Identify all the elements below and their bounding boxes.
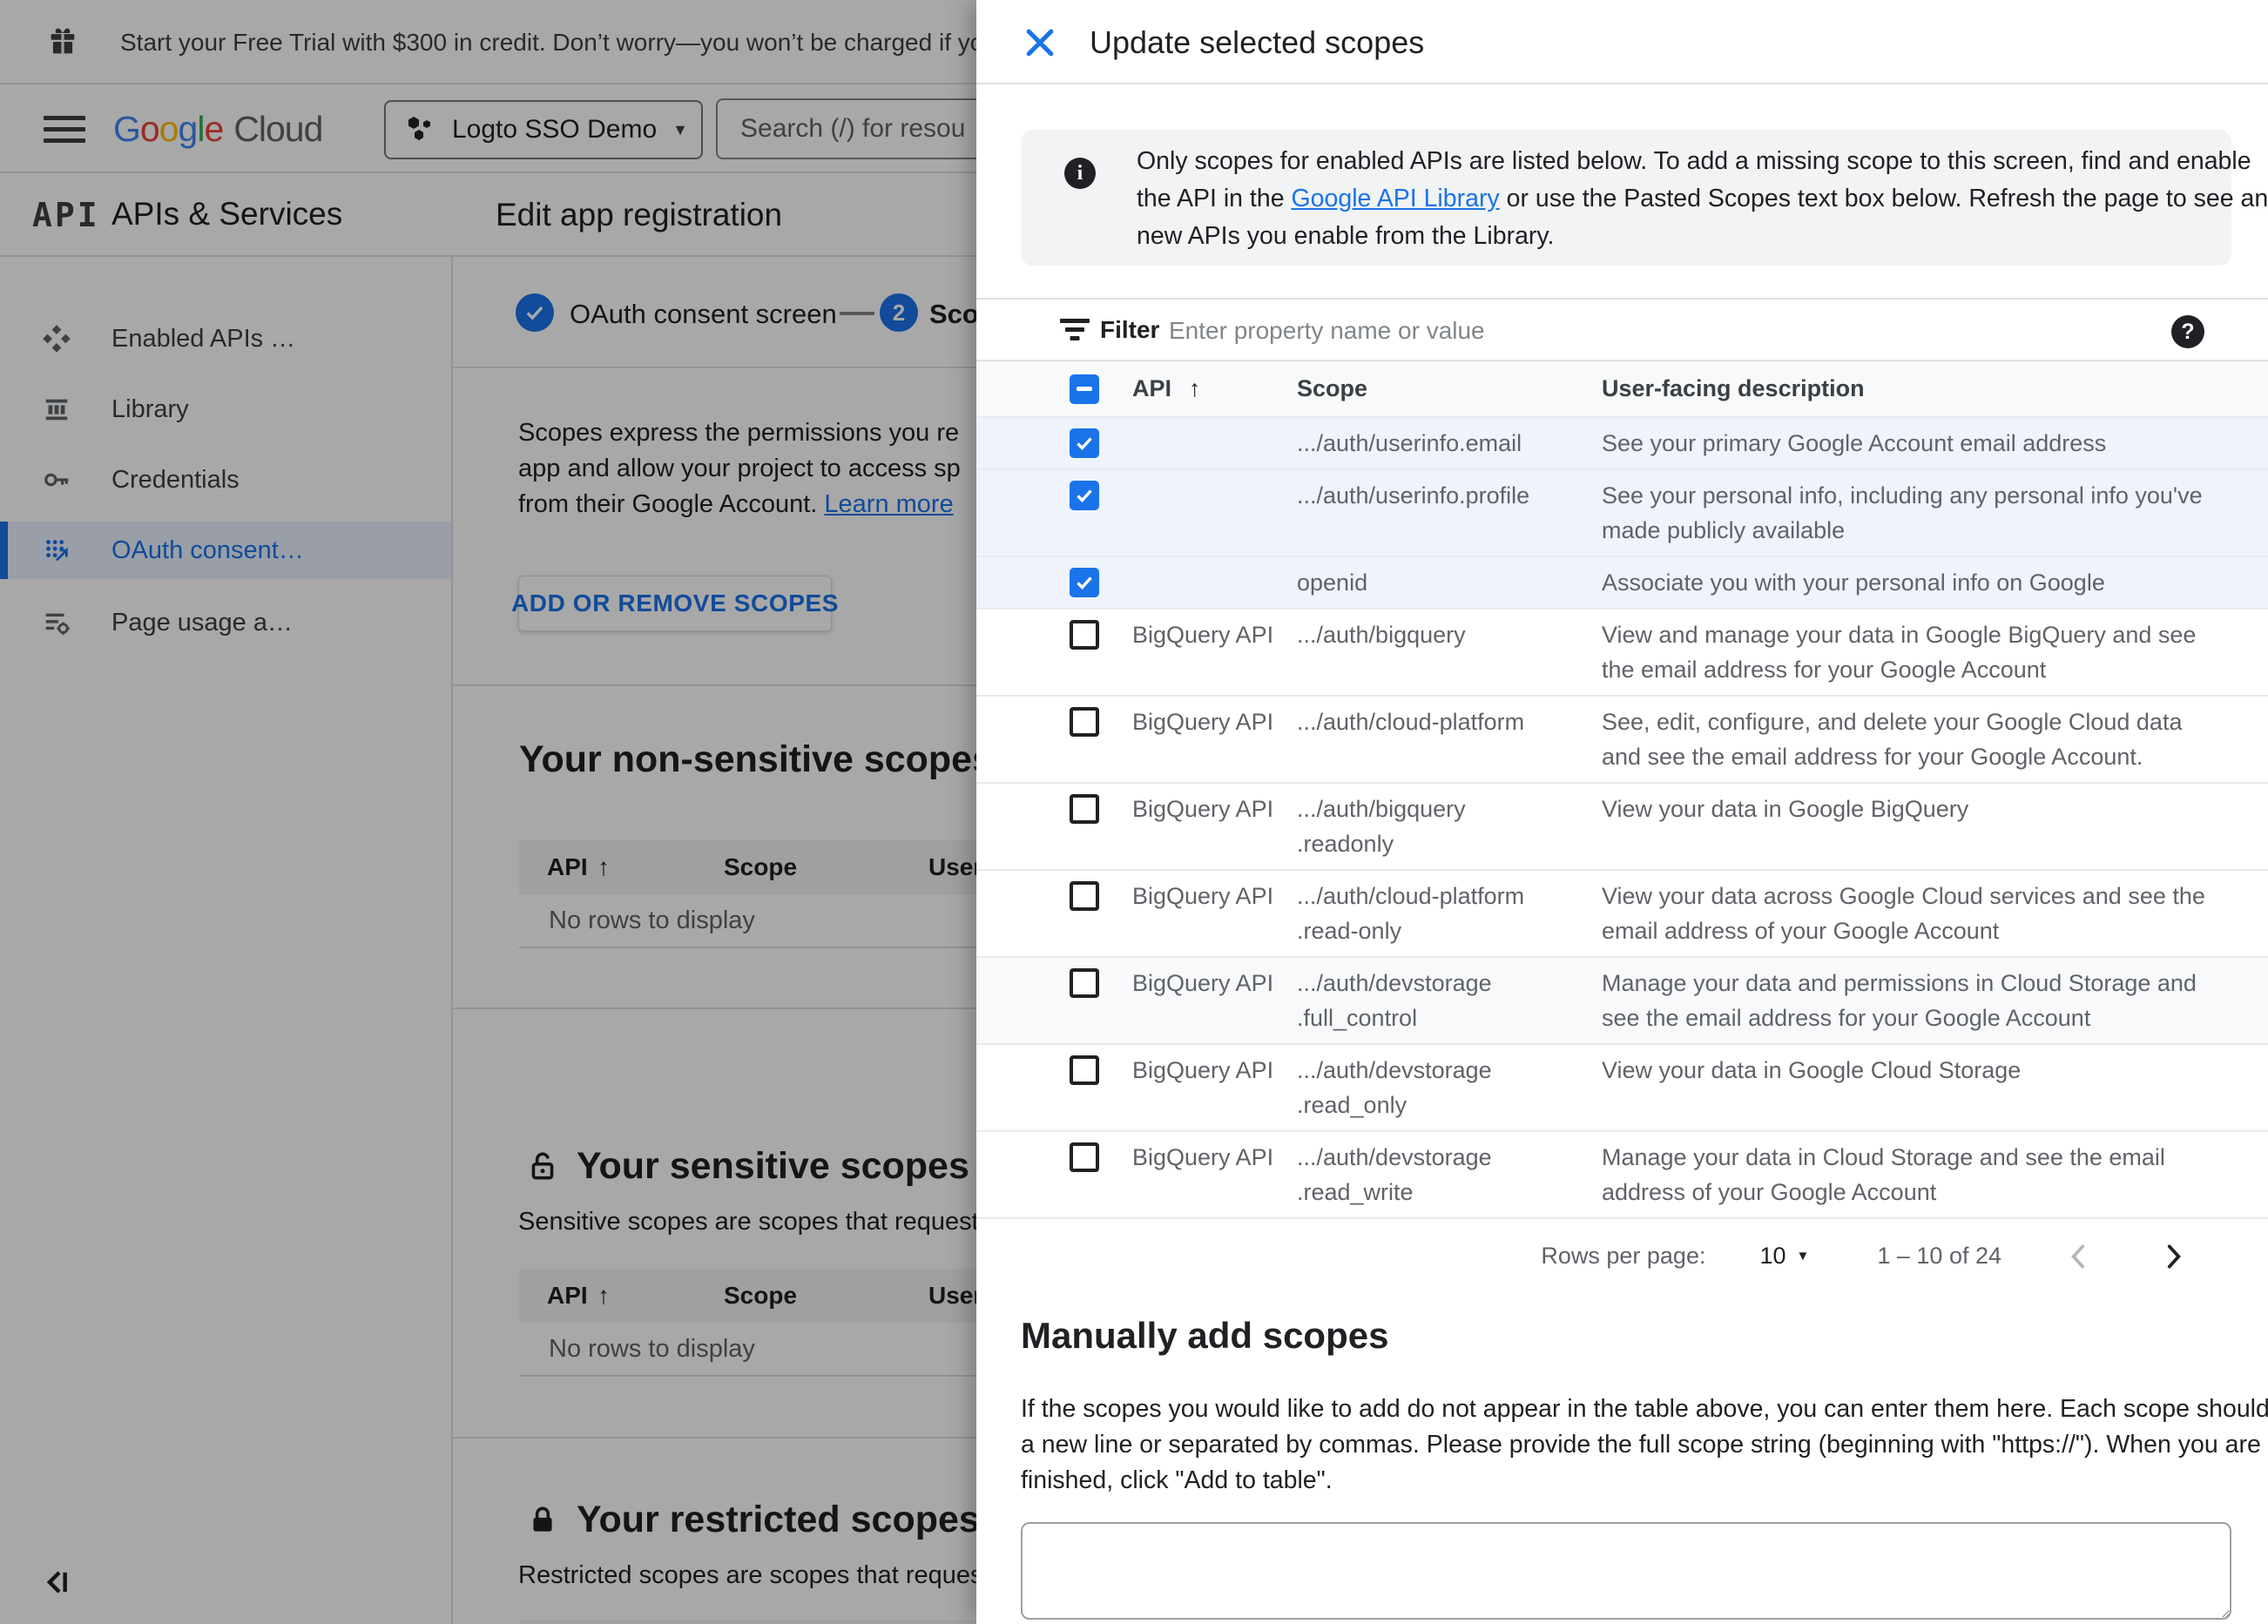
scope-row: BigQuery API .../auth/bigquery View and ma… [976,610,2268,697]
row-scope: .../auth/devstorage .read_only [1297,1057,1492,1118]
row-checkbox[interactable] [1070,428,1099,458]
scope-row: BigQuery API .../auth/cloud-platform See, … [976,697,2268,784]
scope-row: .../auth/userinfo.profile See your person… [976,470,2268,557]
select-all-checkbox[interactable] [1070,374,1099,404]
row-scope: .../auth/bigquery .readonly [1297,796,1466,857]
info-line1: Only scopes for enabled APIs are listed … [1137,147,2251,175]
close-icon[interactable] [1020,23,1060,63]
scope-row: BigQuery API .../auth/cloud-platform .read… [976,871,2268,958]
filter-label: Filter [1100,315,1160,343]
info-line3: new APIs you enable from the Library. [1137,222,1555,250]
next-page-icon[interactable] [2157,1240,2190,1273]
scope-row: BigQuery API .../auth/bigquery .readonly Vi… [976,784,2268,871]
row-checkbox[interactable] [1070,620,1099,650]
row-api [1132,478,1297,548]
info-box: i Only scopes for enabled APIs are liste… [1021,130,2268,266]
table-header-row: API ↑ Scope User-facing description [976,361,2268,418]
rows-per-page-label: Rows per page: [1541,1243,1706,1269]
row-checkbox[interactable] [1070,794,1099,824]
scope-row: BigQuery API .../auth/devstorage .read_wri… [976,1132,2268,1219]
scopes-table: API ↑ Scope User-facing description .../… [976,361,2268,1334]
filter-bar: Filter ? [976,298,2268,361]
row-scope: .../auth/userinfo.profile [1297,482,1530,509]
row-scope: .../auth/bigquery [1297,622,1466,648]
row-checkbox[interactable] [1070,1142,1099,1172]
pagination-range: 1 – 10 of 24 [1877,1243,2001,1269]
help-icon[interactable]: ? [2171,315,2204,348]
row-description: Manage your data in Cloud Storage and se… [1602,1144,2165,1205]
row-api [1132,426,1297,461]
row-scope: .../auth/devstorage .full_control [1297,970,1492,1031]
scope-row: openid Associate you with your personal i… [976,557,2268,610]
manual-line2: a new line or separated by commas. Pleas… [1021,1431,2261,1459]
rows-per-page-value: 10 [1759,1243,1786,1269]
prev-page-icon[interactable] [2062,1240,2096,1273]
google-api-library-link[interactable]: Google API Library [1291,185,1499,212]
api-column-header[interactable]: API [1132,375,1171,402]
row-description: View your data in Google BigQuery [1602,796,1969,822]
scope-row: .../auth/userinfo.email See your primary … [976,418,2268,470]
row-description: Manage your data and permissions in Clou… [1602,970,2197,1031]
row-checkbox[interactable] [1070,568,1099,597]
row-checkbox[interactable] [1070,707,1099,737]
row-api: BigQuery API [1132,796,1274,822]
row-checkbox[interactable] [1070,968,1099,998]
row-description: Associate you with your personal info on… [1602,569,2105,596]
scope-row: BigQuery API .../auth/devstorage .read_onl… [976,1045,2268,1132]
row-description: View your data across Google Cloud servi… [1602,883,2205,944]
row-scope: .../auth/cloud-platform [1297,709,1525,735]
row-api: BigQuery API [1132,883,1274,909]
info-text: Only scopes for enabled APIs are listed … [1137,143,2268,255]
row-checkbox[interactable] [1070,1055,1099,1085]
row-description: See, edit, configure, and delete your Go… [1602,709,2183,770]
row-description: View your data in Google Cloud Storage [1602,1057,2022,1083]
row-description: See your personal info, including any pe… [1602,482,2203,543]
modal-scrim[interactable] [0,0,976,1624]
scope-column-header: Scope [1297,375,1368,401]
row-scope: .../auth/cloud-platform .read-only [1297,883,1525,944]
panel-title: Update selected scopes [1090,24,1425,60]
sort-asc-icon: ↑ [1189,375,1201,401]
manual-line1: If the scopes you would like to add do n… [1021,1395,2268,1423]
rows-per-page-select[interactable]: 10 ▼ [1759,1243,1809,1270]
info-icon: i [1064,158,1096,189]
manual-scopes-textarea[interactable] [1021,1522,2231,1620]
row-api: BigQuery API [1132,1144,1274,1170]
update-scopes-panel: Update selected scopes i Only scopes for… [976,0,2268,1624]
row-description: See your primary Google Account email ad… [1602,430,2107,456]
row-description: View and manage your data in Google BigQ… [1602,622,2197,683]
manual-line3: finished, click "Add to table". [1021,1466,1333,1494]
scope-row: BigQuery API .../auth/devstorage .full_con… [976,958,2268,1045]
screen: Start your Free Trial with $300 in credi… [0,0,2268,1624]
row-scope: .../auth/devstorage .read_write [1297,1144,1492,1205]
filter-input[interactable] [1169,307,2109,355]
manually-add-scopes-heading: Manually add scopes [1021,1315,1389,1356]
row-checkbox[interactable] [1070,881,1099,911]
row-api: BigQuery API [1132,622,1274,648]
panel-header: Update selected scopes [976,0,2268,84]
filter-icon [1060,319,1090,343]
row-api: BigQuery API [1132,970,1274,996]
info-line2b: or use the Pasted Scopes text box below.… [1499,185,2268,212]
info-line2a: the API in the [1137,185,1292,212]
row-api: BigQuery API [1132,709,1274,735]
pagination: Rows per page: 10 ▼ 1 – 10 of 24 [976,1219,2268,1293]
row-checkbox[interactable] [1070,481,1099,510]
row-api: BigQuery API [1132,1057,1274,1083]
chevron-down-icon: ▼ [1796,1249,1810,1263]
manually-add-scopes-desc: If the scopes you would like to add do n… [1021,1392,2268,1499]
row-scope: openid [1297,569,1368,596]
row-api [1132,565,1297,600]
description-column-header: User-facing description [1602,375,1865,401]
row-scope: .../auth/userinfo.email [1297,430,1522,456]
